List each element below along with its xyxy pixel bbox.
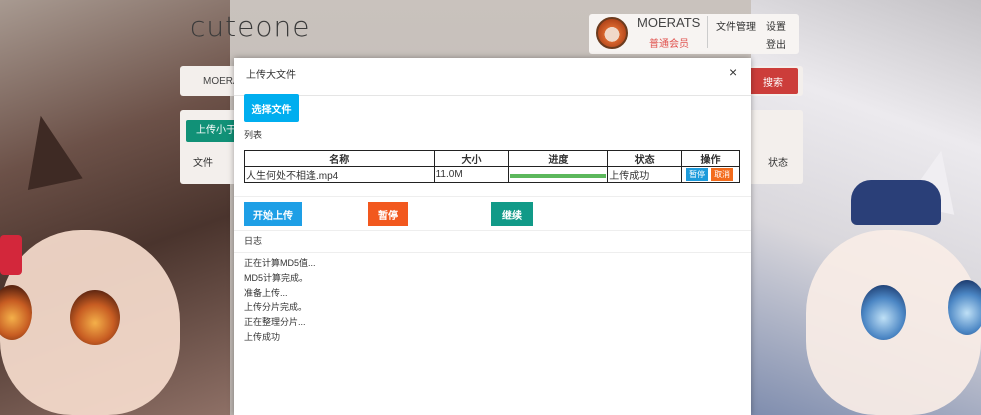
pause-button[interactable]: 暂停 (368, 202, 408, 226)
progress-bar (510, 173, 607, 178)
username: MOERATS (637, 15, 701, 30)
log-label: 日志 (244, 236, 263, 246)
user-role: 普通会员 (649, 39, 689, 50)
hair-ribbon-right (851, 180, 941, 225)
modal-title: 上传大文件 (246, 70, 296, 81)
log-line: MD5计算完成。 (244, 272, 309, 283)
column-header-status: 状态 (768, 158, 788, 169)
background-character-right (751, 0, 981, 415)
upload-small-file-button[interactable]: 上传小于 (186, 120, 236, 142)
start-upload-button[interactable]: 开始上传 (244, 202, 302, 226)
header-divider (707, 16, 708, 48)
section-divider (234, 196, 751, 197)
column-header-size: 大小 (433, 150, 510, 167)
column-header-progress: 进度 (508, 150, 609, 167)
continue-button[interactable]: 继续 (491, 202, 533, 226)
file-name: 人生何处不相逢.mp4 (244, 166, 435, 183)
column-header-name: 名称 (244, 150, 435, 167)
character-eye (948, 280, 981, 335)
close-icon[interactable]: × (729, 64, 737, 80)
section-divider (234, 230, 751, 231)
table-row: 人生何处不相逢.mp4 11.0M 上传成功 暂停 取消 (244, 166, 740, 183)
log-line: 正在整理分片... (244, 317, 306, 328)
modal-header: 上传大文件 × (234, 58, 751, 96)
choose-file-button[interactable]: 选择文件 (244, 94, 299, 122)
character-eye (861, 285, 906, 340)
upload-large-file-modal: 上传大文件 × 选择文件 列表 名称 大小 进度 状态 操作 人生何处不相逢.m… (234, 58, 751, 415)
file-progress (508, 166, 609, 183)
search-button[interactable]: 搜索 (748, 68, 798, 94)
file-actions: 暂停 取消 (681, 166, 740, 183)
log-line: 上传分片完成。 (244, 302, 308, 313)
background-character-left (0, 0, 230, 415)
row-cancel-button[interactable]: 取消 (711, 168, 734, 181)
column-header-actions: 操作 (681, 150, 740, 167)
nav-file-management[interactable]: 文件管理 (716, 18, 756, 33)
log-line: 准备上传... (244, 287, 288, 298)
list-label: 列表 (244, 130, 263, 140)
file-size: 11.0M (433, 166, 510, 183)
user-avatar[interactable] (596, 17, 628, 49)
log-line: 正在计算MD5值... (244, 258, 316, 268)
cat-ear-left (13, 109, 83, 191)
section-divider (234, 252, 751, 253)
column-header-status: 状态 (607, 150, 683, 167)
nav-logout[interactable]: 登出 (766, 36, 786, 51)
table-header-row: 名称 大小 进度 状态 操作 (244, 150, 740, 167)
nav-settings[interactable]: 设置 (766, 18, 786, 33)
site-logo[interactable]: cuteone (190, 10, 310, 43)
upload-file-table: 名称 大小 进度 状态 操作 人生何处不相逢.mp4 11.0M 上传成功 暂停… (244, 150, 740, 183)
hair-bow-left (0, 235, 22, 275)
character-eye (70, 290, 120, 345)
column-header-file: 文件 (193, 158, 213, 169)
row-pause-button[interactable]: 暂停 (686, 168, 709, 181)
log-line: 上传成功 (244, 331, 281, 342)
log-output: 正在计算MD5值... MD5计算完成。 准备上传... 上传分片完成。 正在整… (244, 256, 316, 345)
file-status: 上传成功 (607, 166, 683, 183)
